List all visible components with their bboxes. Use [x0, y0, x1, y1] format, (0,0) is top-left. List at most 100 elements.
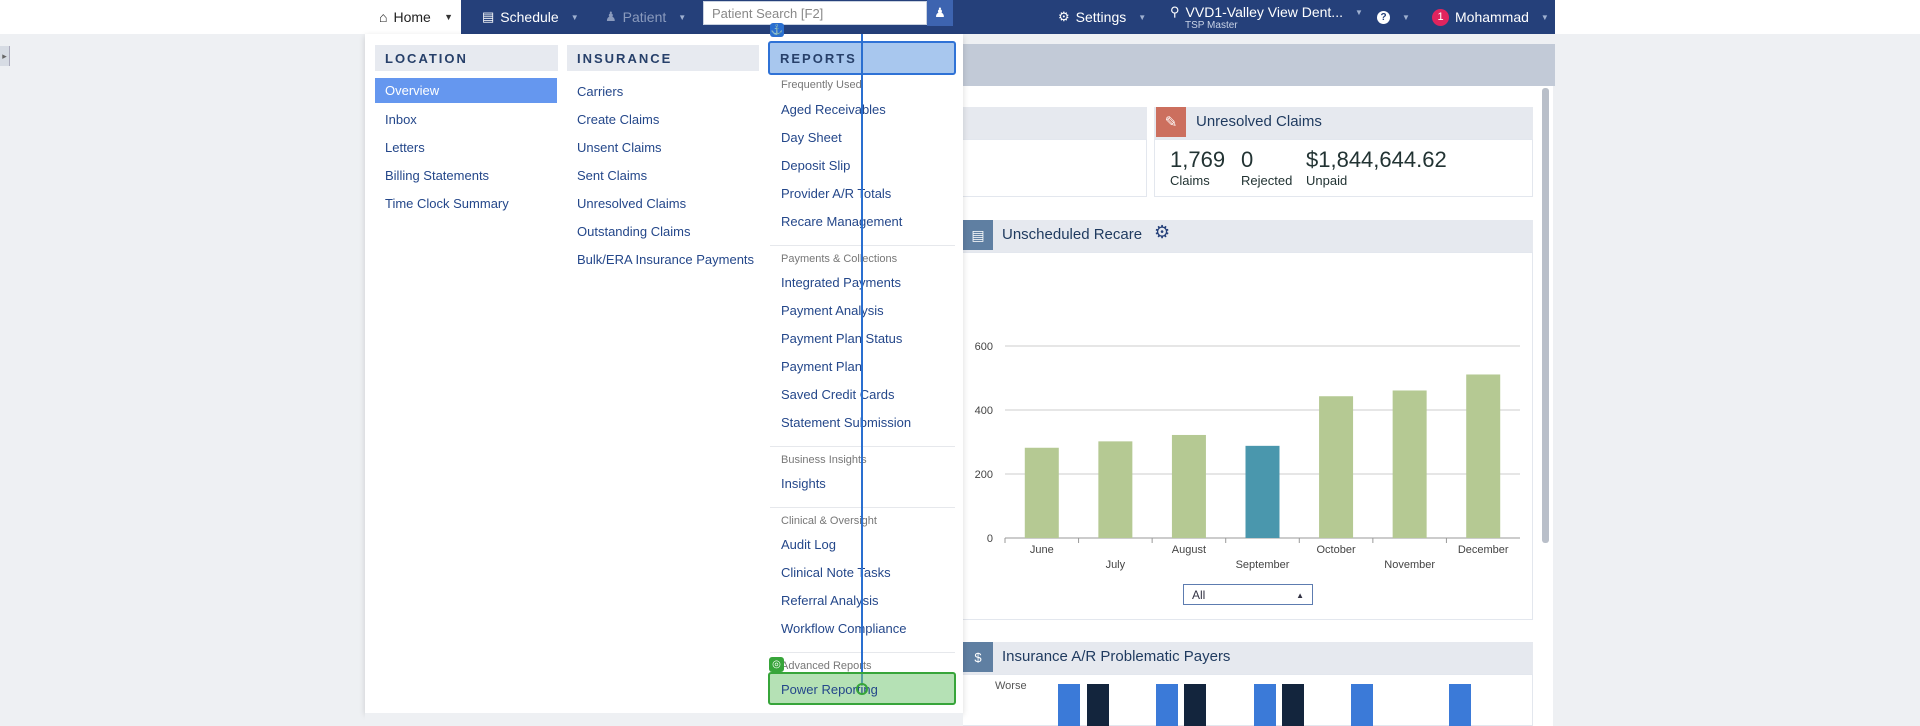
- nav-home[interactable]: ⌂ Home ▼: [365, 0, 461, 34]
- menu-item-integrated-payments[interactable]: Integrated Payments: [781, 275, 901, 290]
- menu-item-statement-submission[interactable]: Statement Submission: [781, 415, 911, 430]
- chart-bar[interactable]: [1466, 374, 1501, 538]
- section-frequently-used: Frequently Used: [781, 79, 862, 91]
- menu-item-letters[interactable]: Letters: [385, 140, 425, 155]
- chevron-down-icon[interactable]: ▼: [1402, 13, 1410, 22]
- menu-item-sent-claims[interactable]: Sent Claims: [577, 168, 647, 183]
- chart-bar[interactable]: [1171, 434, 1206, 538]
- menu-item-provider-ar-totals[interactable]: Provider A/R Totals: [781, 186, 891, 201]
- menu-item-inbox[interactable]: Inbox: [385, 112, 417, 127]
- card-body: [960, 139, 1147, 197]
- sidebar-toggle[interactable]: ▸: [0, 46, 10, 66]
- chart-bar: [1282, 684, 1304, 726]
- menu-item-outstanding-claims[interactable]: Outstanding Claims: [577, 224, 690, 239]
- notification-badge[interactable]: 1: [1432, 8, 1449, 26]
- menu-item-billing-statements[interactable]: Billing Statements: [385, 168, 489, 183]
- payer-icon: $: [963, 642, 993, 672]
- nav-schedule-label: Schedule: [500, 9, 559, 25]
- section-advanced-reports: Advanced Reports: [781, 660, 872, 672]
- menu-item-payment-plan-status[interactable]: Payment Plan Status: [781, 331, 902, 346]
- menu-item-insights[interactable]: Insights: [781, 476, 826, 491]
- claims-count[interactable]: 1,769: [1170, 147, 1225, 173]
- menu-header-location: LOCATION: [375, 45, 558, 71]
- calendar-icon: ▤: [482, 9, 495, 24]
- y-tick-label: 600: [975, 341, 993, 353]
- nav-help[interactable]: ? ▼: [1377, 0, 1410, 34]
- y-tick-label: 0: [987, 533, 993, 545]
- search-mode-button[interactable]: ♟: [927, 0, 953, 26]
- insurance-ar-title: Insurance A/R Problematic Payers: [1002, 648, 1231, 665]
- recare-filter-value: All: [1192, 587, 1206, 602]
- nav-location-label: VVD1-Valley View Dent...: [1185, 4, 1343, 20]
- chart-bar[interactable]: [1245, 445, 1280, 538]
- question-icon: ?: [1377, 10, 1390, 24]
- menu-item-referral-analysis[interactable]: Referral Analysis: [781, 593, 879, 608]
- person-icon: ♟: [934, 5, 946, 20]
- menu-item-recare-management[interactable]: Recare Management: [781, 214, 902, 229]
- nav-settings-label: Settings: [1075, 9, 1127, 25]
- menu-item-deposit-slip[interactable]: Deposit Slip: [781, 158, 850, 173]
- menu-item-saved-credit-cards[interactable]: Saved Credit Cards: [781, 387, 894, 402]
- nav-patient[interactable]: ♟ Patient ▼: [605, 0, 686, 34]
- menu-item-clinical-note-tasks[interactable]: Clinical Note Tasks: [781, 565, 891, 580]
- unresolved-claims-title[interactable]: Unresolved Claims: [1196, 113, 1322, 130]
- menu-item-overview[interactable]: Overview: [375, 78, 557, 103]
- menu-item-unsent-claims[interactable]: Unsent Claims: [577, 140, 662, 155]
- scrollbar-thumb[interactable]: [1542, 88, 1549, 543]
- menu-item-unresolved-claims[interactable]: Unresolved Claims: [577, 196, 686, 211]
- unpaid-amount[interactable]: $1,844,644.62: [1306, 147, 1447, 173]
- x-tick-label: June: [1030, 544, 1054, 556]
- menu-bottom-strip: [365, 713, 963, 726]
- menu-item-payment-analysis[interactable]: Payment Analysis: [781, 303, 884, 318]
- anchor-icon: ⚓: [770, 23, 784, 37]
- chevron-down-icon[interactable]: ▼: [444, 12, 453, 22]
- rejected-label: Rejected: [1241, 173, 1293, 188]
- chevron-down-icon[interactable]: ▼: [1355, 8, 1363, 17]
- chart-bar: [1449, 684, 1471, 726]
- x-tick-label: August: [1172, 544, 1206, 556]
- menu-item-audit-log[interactable]: Audit Log: [781, 537, 836, 552]
- rejected-count[interactable]: 0: [1241, 147, 1253, 173]
- chart-bar: [1058, 684, 1080, 726]
- menu-item-aged-receivables[interactable]: Aged Receivables: [781, 102, 886, 117]
- nav-settings[interactable]: ⚙ Settings ▼: [1058, 0, 1146, 34]
- chart-bar[interactable]: [1024, 447, 1059, 538]
- chart-bar[interactable]: [1098, 441, 1133, 538]
- nav-patient-label: Patient: [622, 9, 667, 25]
- menu-item-create-claims[interactable]: Create Claims: [577, 112, 659, 127]
- gear-icon: ⚙: [1058, 9, 1070, 24]
- nav-user-label: Mohammad: [1455, 9, 1529, 25]
- insurance-ar-body: [960, 674, 1533, 726]
- chevron-down-icon[interactable]: ▼: [571, 13, 579, 22]
- chevron-down-icon[interactable]: ▼: [678, 13, 686, 22]
- chevron-down-icon[interactable]: ▼: [1138, 13, 1146, 22]
- annotation-connector-line: [861, 34, 863, 684]
- nav-home-label: Home: [393, 9, 431, 25]
- chart-bar: [1087, 684, 1109, 726]
- menu-item-day-sheet[interactable]: Day Sheet: [781, 130, 842, 145]
- menu-item-payment-plan[interactable]: Payment Plan: [781, 359, 862, 374]
- unpaid-label: Unpaid: [1306, 173, 1348, 188]
- menu-item-time-clock-summary[interactable]: Time Clock Summary: [385, 196, 509, 211]
- chart-bar[interactable]: [1319, 396, 1354, 538]
- calendar-icon: ▤: [963, 220, 993, 250]
- x-tick-label: October: [1317, 544, 1356, 556]
- axis-label-worse: Worse: [995, 680, 1027, 692]
- chart-bar[interactable]: [1392, 390, 1427, 538]
- recare-filter-select[interactable]: All ▲: [1183, 584, 1313, 605]
- gear-icon[interactable]: ⚙: [1154, 222, 1170, 243]
- annotation-target-dot: [856, 683, 868, 695]
- chevron-down-icon[interactable]: ▼: [1541, 13, 1549, 22]
- home-dropdown-menu: [365, 34, 963, 713]
- patient-search-input[interactable]: [703, 1, 927, 25]
- menu-item-carriers[interactable]: Carriers: [577, 84, 623, 99]
- menu-item-workflow-compliance[interactable]: Workflow Compliance: [781, 621, 906, 636]
- location-pin-icon: ⚲: [1170, 4, 1180, 19]
- menu-header-insurance: INSURANCE: [567, 45, 759, 71]
- nav-user[interactable]: 1 Mohammad ▼: [1432, 0, 1549, 34]
- x-tick-label: July: [1106, 559, 1126, 571]
- claims-icon: ✎: [1156, 107, 1186, 137]
- x-tick-label: September: [1236, 559, 1290, 571]
- nav-schedule[interactable]: ▤ Schedule ▼: [482, 0, 579, 34]
- menu-item-bulk-era-payments[interactable]: Bulk/ERA Insurance Payments: [577, 252, 754, 267]
